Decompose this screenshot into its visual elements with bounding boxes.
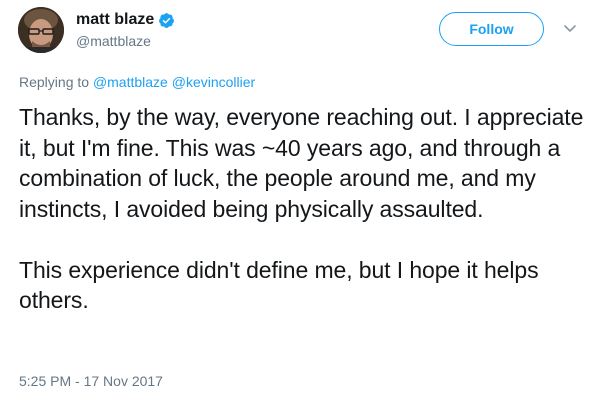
verified-badge-icon <box>158 12 175 29</box>
follow-button[interactable]: Follow <box>439 12 544 46</box>
tweet-card: matt blaze @mattblaze Follow Replying to… <box>0 0 602 401</box>
reply-context: Replying to @mattblaze @kevincollier <box>19 74 255 90</box>
mention-link[interactable]: @kevincollier <box>172 74 255 90</box>
avatar[interactable] <box>18 7 64 53</box>
tweet-paragraph: Thanks, by the way, everyone reaching ou… <box>19 104 584 222</box>
author-display-name[interactable]: matt blaze <box>76 11 154 29</box>
author-handle[interactable]: @mattblaze <box>76 33 175 49</box>
reply-prefix: Replying to <box>19 74 90 90</box>
tweet-text: Thanks, by the way, everyone reaching ou… <box>19 102 594 316</box>
author-info: matt blaze @mattblaze <box>76 9 175 49</box>
chevron-down-icon[interactable] <box>562 22 578 36</box>
author-name-row: matt blaze <box>76 9 175 31</box>
tweet-paragraph: This experience didn't define me, but I … <box>19 256 539 314</box>
tweet-timestamp[interactable]: 5:25 PM - 17 Nov 2017 <box>19 373 163 389</box>
mention-link[interactable]: @mattblaze <box>93 74 168 90</box>
